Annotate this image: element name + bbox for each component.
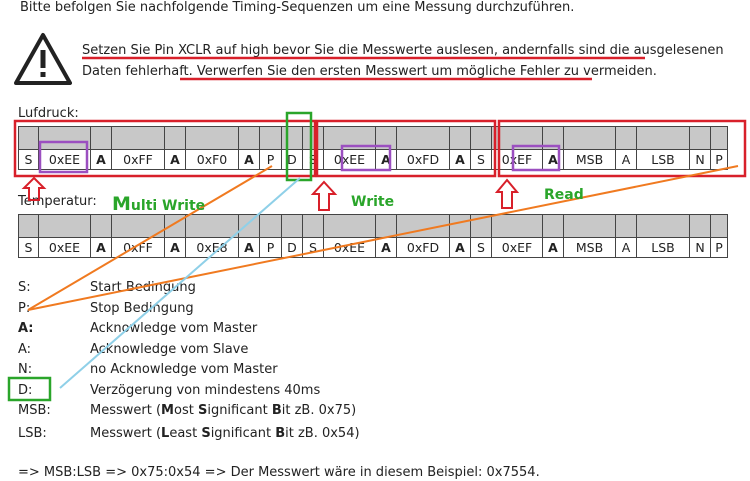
- red-up-arrow-2: [310, 180, 338, 211]
- multi-write-rest: ulti Write: [130, 198, 206, 214]
- purple-box-0xef: [511, 144, 561, 172]
- green-box-d-legend: [7, 376, 52, 402]
- green-box-d: [285, 111, 313, 182]
- orange-line-1: [27, 165, 273, 311]
- group-box-read: [497, 119, 747, 178]
- orange-line-2: [27, 165, 739, 311]
- write-label: Write: [351, 194, 395, 210]
- multi-write-m: M: [112, 193, 131, 215]
- purple-box-0xee-1: [38, 140, 89, 174]
- red-up-arrow-3: [494, 178, 520, 209]
- annotation-overlay: [7, 56, 747, 402]
- red-up-arrow-1: [21, 176, 47, 201]
- read-label: Read: [544, 187, 584, 203]
- multi-write-label: Multi Write: [112, 193, 205, 215]
- group-box-write: [315, 119, 497, 178]
- purple-box-0xee-2: [340, 144, 392, 172]
